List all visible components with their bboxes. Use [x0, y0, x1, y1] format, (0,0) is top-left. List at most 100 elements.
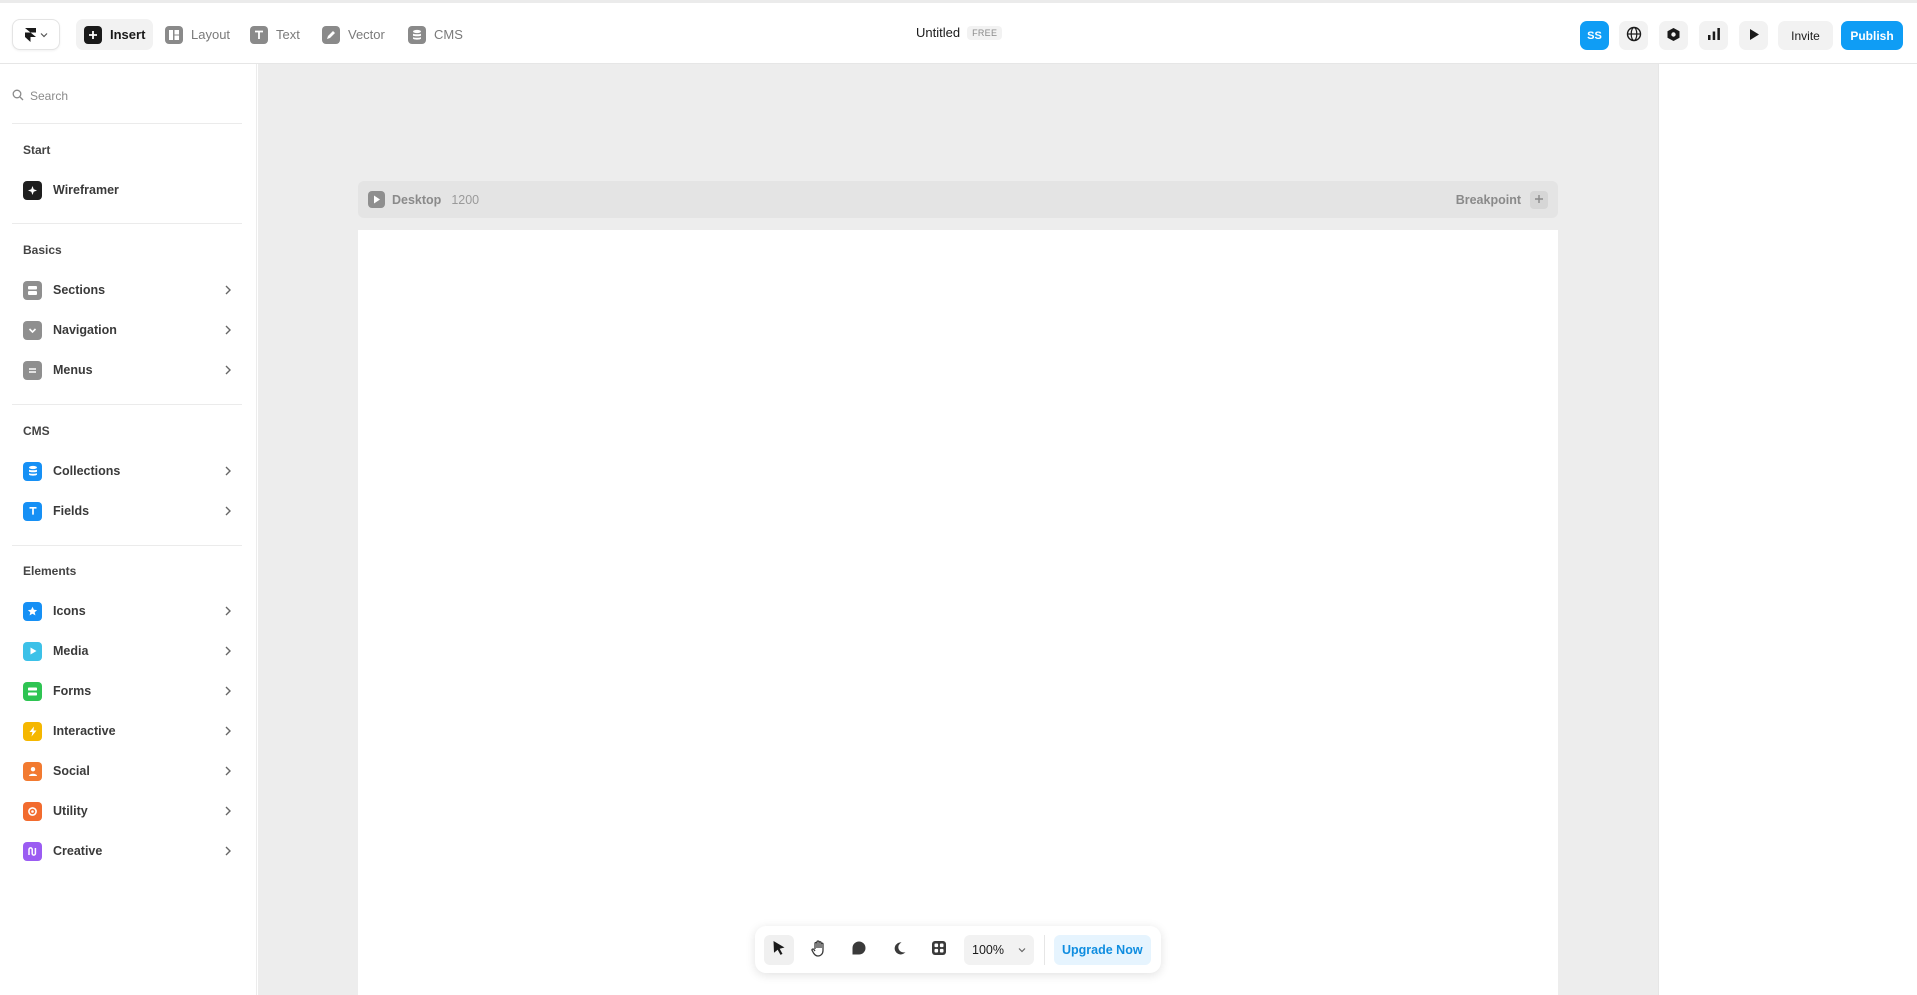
- plus-icon: [1534, 192, 1544, 207]
- sidebar-item-utility[interactable]: Utility: [12, 795, 242, 827]
- hand-tool-button[interactable]: [804, 935, 834, 965]
- chevron-right-icon: [224, 365, 232, 375]
- settings-button[interactable]: [1659, 21, 1688, 50]
- framer-menu-button[interactable]: [12, 19, 60, 50]
- sidebar-item-label: Media: [53, 644, 89, 658]
- sidebar-item-fields[interactable]: Fields: [12, 495, 242, 527]
- sections-icon: [23, 280, 42, 300]
- sidebar-item-label: Menus: [53, 363, 93, 377]
- comment-icon: [851, 940, 867, 959]
- desktop-frame[interactable]: [358, 230, 1558, 995]
- chevron-right-icon: [224, 846, 232, 856]
- chevron-right-icon: [224, 285, 232, 295]
- invite-button[interactable]: Invite: [1778, 21, 1833, 50]
- zoom-value: 100%: [972, 942, 1004, 957]
- tab-cms[interactable]: CMS: [400, 19, 471, 50]
- database-icon: [408, 25, 426, 44]
- sidebar-item-menus[interactable]: Menus: [12, 354, 242, 386]
- star-icon: [23, 601, 42, 621]
- search-bar[interactable]: [12, 86, 242, 106]
- tab-insert[interactable]: Insert: [76, 19, 154, 50]
- sidebar-item-label: Wireframer: [53, 183, 119, 197]
- chevron-right-icon: [224, 646, 232, 656]
- sidebar-item-sections[interactable]: Sections: [12, 274, 242, 306]
- sidebar-item-label: Interactive: [53, 724, 116, 738]
- chevron-right-icon: [224, 606, 232, 616]
- apps-button[interactable]: [924, 935, 954, 965]
- section-title-elements: Elements: [23, 564, 77, 578]
- publish-button[interactable]: Publish: [1841, 21, 1903, 50]
- breakpoint-label[interactable]: Breakpoint: [1456, 193, 1521, 207]
- globe-button[interactable]: [1619, 21, 1648, 50]
- divider: [12, 404, 242, 405]
- sidebar-item-collections[interactable]: Collections: [12, 455, 242, 487]
- chevron-right-icon: [224, 325, 232, 335]
- sidebar-item-icons[interactable]: Icons: [12, 595, 242, 627]
- dark-mode-button[interactable]: [884, 935, 914, 965]
- section-title-basics: Basics: [23, 243, 62, 257]
- add-breakpoint-button[interactable]: [1530, 190, 1548, 209]
- sidebar-item-label: Fields: [53, 504, 90, 518]
- sidebar-item-label: Forms: [53, 684, 92, 698]
- chevron-right-icon: [224, 726, 232, 736]
- frame-name: Desktop: [392, 192, 442, 207]
- select-tool-button[interactable]: [764, 934, 794, 965]
- comment-tool-button[interactable]: [844, 935, 874, 965]
- tab-label: CMS: [434, 27, 463, 42]
- layout-icon: [165, 25, 183, 44]
- tab-label: Insert: [110, 27, 146, 42]
- sidebar-item-label: Icons: [53, 604, 86, 618]
- section-title-cms: CMS: [23, 424, 50, 438]
- section-title-start: Start: [23, 143, 51, 157]
- design-canvas[interactable]: Desktop 1200 Breakpoint: [258, 64, 1658, 995]
- sidebar-item-wireframer[interactable]: Wireframer: [12, 174, 242, 206]
- pen-icon: [322, 25, 340, 44]
- plus-square-icon: [84, 25, 102, 44]
- frame-header[interactable]: Desktop 1200 Breakpoint: [358, 181, 1558, 218]
- sidebar-item-creative[interactable]: Creative: [12, 835, 242, 867]
- chevron-right-icon: [224, 466, 232, 476]
- sidebar-item-label: Navigation: [53, 323, 117, 337]
- chevron-right-icon: [224, 806, 232, 816]
- tab-layout[interactable]: Layout: [157, 19, 238, 50]
- avatar[interactable]: SS: [1580, 21, 1609, 50]
- tab-vector[interactable]: Vector: [314, 19, 393, 50]
- sidebar-item-label: Sections: [53, 283, 106, 297]
- fields-icon: [23, 501, 42, 521]
- chevron-right-icon: [224, 686, 232, 696]
- forms-icon: [23, 681, 42, 701]
- analytics-icon: [1707, 27, 1721, 44]
- frame-preview-play-icon[interactable]: [368, 191, 385, 208]
- search-icon: [12, 89, 24, 104]
- sidebar-item-interactive[interactable]: Interactive: [12, 715, 242, 747]
- sidebar-item-media[interactable]: Media: [12, 635, 242, 667]
- document-name: Untitled: [916, 25, 961, 40]
- preview-button[interactable]: [1739, 21, 1768, 50]
- sidebar-item-navigation[interactable]: Navigation: [12, 314, 242, 346]
- zoom-select[interactable]: 100%: [964, 934, 1034, 965]
- upgrade-button[interactable]: Upgrade Now: [1054, 934, 1151, 965]
- bottom-toolbar: 100% Upgrade Now: [755, 926, 1161, 973]
- navigation-icon: [23, 320, 42, 340]
- sidebar-item-label: Social: [53, 764, 90, 778]
- tab-text[interactable]: Text: [242, 19, 308, 50]
- lightning-icon: [23, 721, 42, 741]
- chevron-down-icon: [40, 31, 48, 39]
- top-toolbar: Insert Layout Text Vector CMS Untitled F…: [0, 0, 1917, 64]
- menus-icon: [23, 360, 42, 380]
- grid-apps-icon: [931, 940, 947, 959]
- sidebar-item-social[interactable]: Social: [12, 755, 242, 787]
- analytics-button[interactable]: [1699, 21, 1728, 50]
- divider: [1044, 934, 1045, 965]
- media-play-icon: [23, 641, 42, 661]
- text-icon: [250, 25, 268, 44]
- frame-width: 1200: [451, 192, 480, 207]
- insert-sidebar: Start Wireframer Basics Sections Navigat…: [0, 64, 257, 995]
- sidebar-item-forms[interactable]: Forms: [12, 675, 242, 707]
- target-icon: [23, 801, 42, 821]
- search-input[interactable]: [30, 89, 230, 103]
- pointer-icon: [772, 940, 786, 959]
- wireframer-icon: [23, 180, 42, 200]
- sidebar-item-label: Creative: [53, 844, 103, 858]
- document-title[interactable]: Untitled FREE: [916, 25, 1003, 40]
